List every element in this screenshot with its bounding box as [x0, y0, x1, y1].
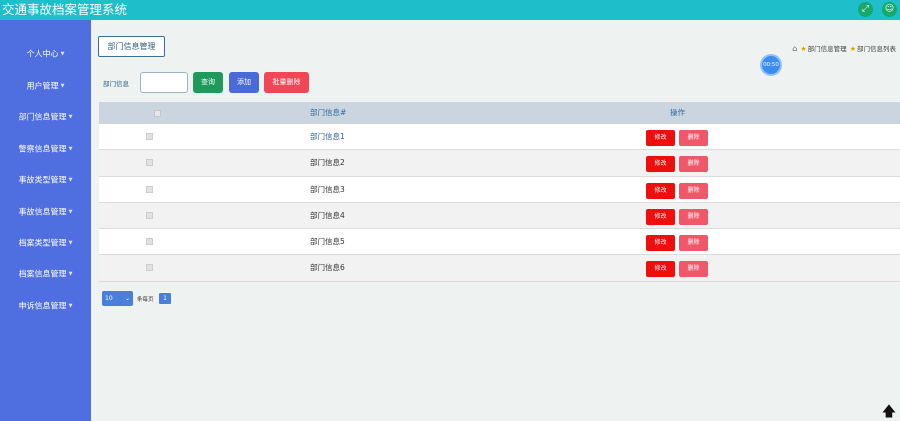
fullscreen-icon[interactable]: ⤢	[858, 2, 873, 17]
table-row: 部门信息6 修改 删除	[99, 255, 900, 282]
sidebar-item-label: 档案类型管理	[18, 238, 67, 248]
per-page-label: 条每页	[137, 297, 154, 303]
chevron-down-icon: ▼	[60, 51, 65, 57]
department-name-cell: 部门信息1	[310, 132, 345, 141]
department-name-cell: 部门信息5	[310, 237, 345, 247]
breadcrumb-item: 部门信息列表	[857, 45, 896, 53]
delete-button[interactable]: 删除	[679, 235, 708, 252]
page-title: 部门信息管理	[98, 36, 165, 57]
edit-button[interactable]: 修改	[646, 130, 675, 146]
sidebar-item-label: 用户管理	[26, 81, 59, 91]
table-body: 部门信息1 修改 删除 部门信息2 修改 删除 部门信息3 修改 删除 部门信息…	[99, 124, 900, 282]
edit-button[interactable]: 修改	[646, 182, 675, 199]
sidebar-item-user-management[interactable]: 用户管理 ▼	[0, 76, 91, 96]
department-name-cell: 部门信息4	[310, 210, 345, 220]
sidebar-item-police-info[interactable]: 警察信息管理 ▼	[0, 139, 91, 159]
department-name-cell: 部门信息6	[310, 263, 345, 273]
delete-button[interactable]: 删除	[679, 130, 708, 146]
chevron-down-icon: ▼	[68, 114, 73, 120]
sidebar-item-appeal-info[interactable]: 申诉信息管理 ▼	[0, 296, 91, 316]
home-icon[interactable]: ⌂	[792, 44, 797, 53]
sidebar-item-accident-info[interactable]: 事故信息管理 ▼	[0, 202, 91, 222]
chevron-down-icon: ▼	[68, 271, 73, 277]
department-name-cell: 部门信息3	[310, 184, 345, 194]
row-checkbox[interactable]	[146, 211, 153, 219]
breadcrumb-item[interactable]: 部门信息管理	[808, 45, 847, 53]
star-icon: ★	[800, 45, 807, 53]
sidebar-item-archive-type[interactable]: 档案类型管理 ▼	[0, 233, 91, 253]
table-row: 部门信息1 修改 删除	[99, 124, 900, 151]
app-title: 交通事故档案管理系统	[2, 2, 128, 17]
delete-button[interactable]: 删除	[679, 182, 708, 199]
row-checkbox[interactable]	[146, 264, 153, 272]
column-header-action: 操作	[670, 108, 685, 117]
search-button[interactable]: 查询	[193, 72, 223, 93]
row-checkbox[interactable]	[146, 159, 153, 167]
row-checkbox[interactable]	[146, 133, 153, 140]
edit-button[interactable]: 修改	[646, 235, 675, 252]
breadcrumb: ⌂ ★部门信息管理 ★部门信息列表	[792, 43, 896, 53]
chevron-down-icon: ▼	[68, 240, 73, 246]
add-button[interactable]: 添加	[229, 72, 259, 93]
sidebar: 个人中心 ▼ 用户管理 ▼ 部门信息管理 ▼ 警察信息管理 ▼ 事故类型管理 ▼ 事故信息…	[0, 20, 91, 421]
chevron-down-icon: ▼	[68, 177, 73, 183]
page-size-value: 10	[105, 295, 113, 302]
search-input[interactable]	[140, 72, 188, 93]
table-header: 部门信息# 操作	[99, 102, 900, 124]
row-checkbox[interactable]	[146, 238, 153, 246]
batch-delete-button[interactable]: 批量删除	[264, 72, 309, 93]
sidebar-item-department-info[interactable]: 部门信息管理 ▼	[0, 107, 91, 127]
sidebar-item-label: 部门信息管理	[18, 112, 67, 122]
sidebar-item-personal-center[interactable]: 个人中心 ▼	[0, 44, 91, 64]
user-icon[interactable]: ☺	[882, 2, 897, 17]
chevron-down-icon: ▼	[60, 83, 65, 89]
select-all-checkbox[interactable]	[154, 110, 161, 117]
sidebar-item-label: 事故信息管理	[18, 207, 67, 217]
sidebar-item-label: 事故类型管理	[18, 175, 67, 185]
delete-button[interactable]: 删除	[679, 208, 708, 225]
sidebar-item-label: 警察信息管理	[18, 144, 67, 154]
page-size-select[interactable]: 10 ⌄	[102, 291, 133, 306]
sidebar-item-label: 个人中心	[26, 49, 59, 59]
sidebar-item-label: 申诉信息管理	[18, 301, 67, 311]
column-header-name[interactable]: 部门信息#	[310, 102, 346, 124]
department-name-cell: 部门信息2	[310, 158, 345, 168]
sidebar-item-accident-type[interactable]: 事故类型管理 ▼	[0, 170, 91, 190]
sidebar-item-label: 档案信息管理	[18, 269, 67, 279]
edit-button[interactable]: 修改	[646, 156, 675, 173]
chevron-down-icon: ▼	[68, 209, 73, 215]
top-bar: 交通事故档案管理系统 ⤢ ☺	[0, 0, 900, 20]
table-row: 部门信息2 修改 删除	[99, 150, 900, 177]
sidebar-item-archive-info[interactable]: 档案信息管理 ▼	[0, 264, 91, 284]
chevron-down-icon: ▼	[68, 146, 73, 152]
delete-button[interactable]: 删除	[679, 156, 708, 173]
row-checkbox[interactable]	[146, 185, 153, 193]
back-to-top-icon[interactable]: 🡅	[881, 404, 897, 420]
table-row: 部门信息4 修改 删除	[99, 202, 900, 230]
page-number-current[interactable]: 1	[159, 293, 171, 304]
chevron-down-icon: ⌄	[124, 295, 130, 302]
delete-button[interactable]: 删除	[679, 261, 708, 278]
main-content: 部门信息管理 ⌂ ★部门信息管理 ★部门信息列表 00:50 部门信息 查询 添…	[91, 20, 900, 421]
edit-button[interactable]: 修改	[646, 208, 675, 225]
timer-badge: 00:50	[760, 54, 782, 76]
edit-button[interactable]: 修改	[646, 261, 675, 278]
star-icon: ★	[849, 45, 856, 53]
data-table: 部门信息# 操作 部门信息1 修改 删除 部门信息2 修改 删除 部门信息3 修…	[99, 102, 900, 282]
search-label: 部门信息	[103, 80, 129, 88]
chevron-down-icon: ▼	[68, 303, 73, 309]
table-row: 部门信息3 修改 删除	[99, 176, 900, 203]
table-row: 部门信息5 修改 删除	[99, 229, 900, 256]
